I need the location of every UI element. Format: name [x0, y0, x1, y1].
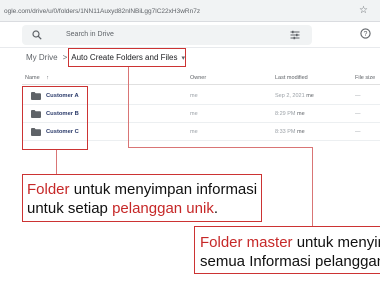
file-modified: Sep 2, 2021 me: [275, 93, 314, 99]
file-owner: me: [190, 111, 198, 117]
annotation-line: untuk setiap pelanggan unik.: [27, 200, 218, 217]
annotation-line: Folder untuk menyimpan informasi: [27, 181, 258, 198]
column-header-size: File size: [355, 75, 376, 81]
connector-line-folders: [56, 150, 57, 174]
breadcrumb-separator: >: [62, 53, 68, 62]
column-header-name[interactable]: Name ↑: [25, 74, 49, 82]
file-modified: 8:29 PM me: [275, 111, 305, 117]
help-icon[interactable]: ?: [360, 28, 371, 39]
star-icon[interactable]: ☆: [359, 4, 368, 18]
file-size: —: [355, 93, 361, 99]
connector-line-master: [312, 147, 313, 226]
header-divider: [22, 84, 380, 85]
connector-line-master: [128, 147, 313, 148]
column-name-label: Name: [25, 75, 40, 81]
breadcrumb-root[interactable]: My Drive: [26, 53, 58, 62]
search-icon[interactable]: [32, 30, 42, 40]
svg-text:?: ?: [364, 31, 368, 38]
column-header-modified[interactable]: Last modified: [275, 74, 308, 82]
column-header-owner: Owner: [190, 75, 207, 81]
url-text[interactable]: ogle.com/drive/u/0/folders/1NN11Auxyd82n…: [4, 5, 340, 18]
annotation-master-folder: Folder master untuk menyimpan semua Info…: [194, 226, 380, 274]
browser-address-bar[interactable]: ogle.com/drive/u/0/folders/1NN11Auxyd82n…: [0, 0, 380, 22]
highlight-box-master-folder: [68, 48, 186, 67]
file-modified: 8:33 PM me: [275, 129, 305, 135]
annotation-line: Folder master untuk menyimpan: [200, 234, 380, 251]
file-owner: me: [190, 93, 198, 99]
annotation-customer-folders: Folder untuk menyimpan informasi untuk s…: [22, 174, 262, 222]
search-bar[interactable]: Search in Drive: [22, 25, 312, 45]
annotation-line: semua Informasi pelanggan: [200, 253, 380, 270]
connector-line-master: [128, 67, 129, 147]
file-size: —: [355, 129, 361, 135]
highlight-box-customer-folders: [22, 86, 88, 150]
file-size: —: [355, 111, 361, 117]
drive-top-bar: Search in Drive: [0, 22, 380, 48]
search-input[interactable]: Search in Drive: [66, 30, 114, 40]
file-owner: me: [190, 129, 198, 135]
tune-icon[interactable]: [290, 30, 300, 40]
sort-arrow-icon[interactable]: ↑: [46, 75, 49, 81]
